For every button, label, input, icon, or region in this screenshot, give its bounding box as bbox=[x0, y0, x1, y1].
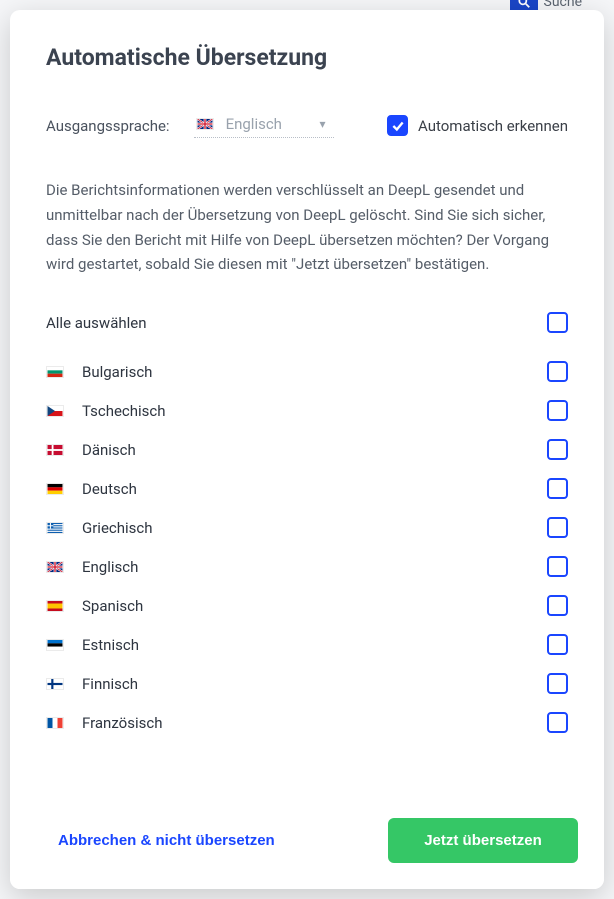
language-name: Bulgarisch bbox=[82, 363, 152, 381]
description-text: Die Berichtsinformationen werden verschl… bbox=[46, 178, 568, 277]
language-checkbox[interactable] bbox=[547, 673, 568, 694]
flag-icon bbox=[46, 561, 64, 573]
cancel-button[interactable]: Abbrechen & nicht übersetzen bbox=[36, 818, 297, 863]
language-name: Englisch bbox=[82, 558, 138, 576]
language-checkbox[interactable] bbox=[547, 556, 568, 577]
language-checkbox[interactable] bbox=[547, 634, 568, 655]
auto-detect-label: Automatisch erkennen bbox=[418, 117, 568, 135]
flag-icon bbox=[46, 405, 64, 417]
language-checkbox[interactable] bbox=[547, 517, 568, 538]
modal-title: Automatische Übersetzung bbox=[46, 44, 568, 71]
language-row: Griechisch bbox=[46, 508, 568, 547]
language-checkbox[interactable] bbox=[547, 712, 568, 733]
language-row: Estnisch bbox=[46, 625, 568, 664]
flag-icon bbox=[46, 444, 64, 456]
language-checkbox[interactable] bbox=[547, 439, 568, 460]
modal-footer: Abbrechen & nicht übersetzen Jetzt übers… bbox=[10, 798, 604, 889]
flag-icon bbox=[46, 678, 64, 690]
language-name: Finnisch bbox=[82, 675, 138, 693]
flag-icon bbox=[46, 600, 64, 612]
language-row: Französisch bbox=[46, 703, 568, 742]
language-name: Spanisch bbox=[82, 597, 143, 615]
translate-modal: Automatische Übersetzung Ausgangssprache… bbox=[10, 10, 604, 889]
source-language-value: Englisch bbox=[226, 115, 282, 133]
background-search-label: Suche bbox=[544, 0, 583, 10]
auto-detect-checkbox[interactable] bbox=[387, 115, 408, 136]
language-name: Deutsch bbox=[82, 480, 137, 498]
language-row: Dänisch bbox=[46, 430, 568, 469]
chevron-down-icon: ▾ bbox=[320, 117, 326, 131]
language-checkbox[interactable] bbox=[547, 400, 568, 421]
select-all-row: Alle auswählen bbox=[46, 303, 568, 342]
source-language-select[interactable]: Englisch ▾ bbox=[194, 113, 334, 138]
language-row: Deutsch bbox=[46, 469, 568, 508]
flag-icon bbox=[46, 639, 64, 651]
language-checkbox[interactable] bbox=[547, 478, 568, 499]
source-language-row: Ausgangssprache: Englisch ▾ Automatisch … bbox=[46, 113, 568, 138]
flag-icon bbox=[46, 483, 64, 495]
language-list: Bulgarisch Tschechisch Dänisch Deutsch Griec… bbox=[46, 352, 568, 742]
language-row: Englisch bbox=[46, 547, 568, 586]
flag-icon bbox=[46, 366, 64, 378]
language-row: Tschechisch bbox=[46, 391, 568, 430]
auto-detect-group: Automatisch erkennen bbox=[387, 115, 568, 136]
source-language-label: Ausgangssprache: bbox=[46, 117, 170, 135]
language-row: Spanisch bbox=[46, 586, 568, 625]
language-checkbox[interactable] bbox=[547, 361, 568, 382]
language-name: Tschechisch bbox=[82, 402, 166, 420]
language-row: Finnisch bbox=[46, 664, 568, 703]
language-name: Französisch bbox=[82, 714, 162, 732]
flag-icon bbox=[46, 522, 64, 534]
flag-icon bbox=[46, 717, 64, 729]
translate-now-button[interactable]: Jetzt übersetzen bbox=[388, 818, 578, 863]
language-row: Bulgarisch bbox=[46, 352, 568, 391]
language-checkbox[interactable] bbox=[547, 595, 568, 616]
modal-scroll-area[interactable]: Automatische Übersetzung Ausgangssprache… bbox=[10, 10, 604, 798]
language-name: Estnisch bbox=[82, 636, 139, 654]
language-name: Dänisch bbox=[82, 441, 136, 459]
language-name: Griechisch bbox=[82, 519, 153, 537]
flag-icon bbox=[196, 118, 214, 130]
select-all-label: Alle auswählen bbox=[46, 314, 147, 332]
select-all-checkbox[interactable] bbox=[547, 312, 568, 333]
